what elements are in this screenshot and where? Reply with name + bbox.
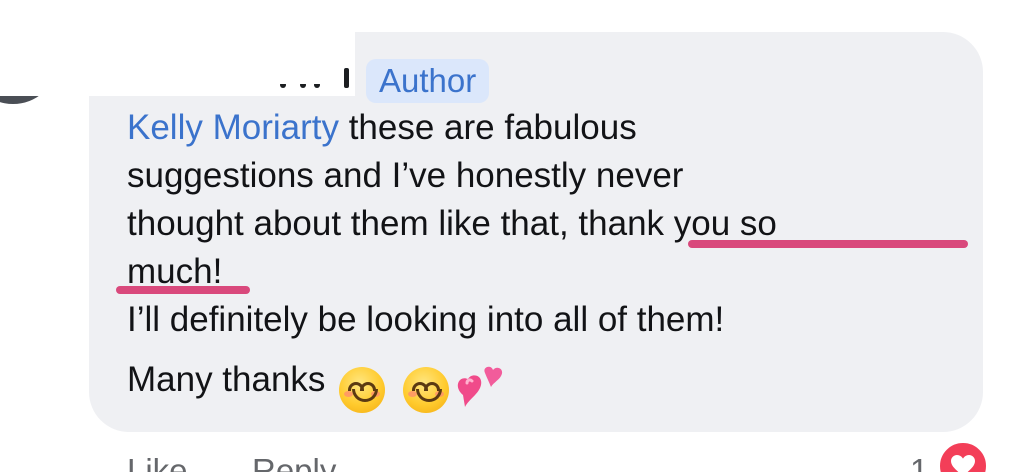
name-separator	[344, 68, 349, 88]
comment-text-segment: these are fabulous	[338, 108, 637, 147]
name-redaction	[0, 0, 355, 96]
two-hearts-icon	[455, 365, 507, 415]
redacted-name-residue	[278, 84, 322, 98]
highlight-underline	[116, 286, 250, 294]
like-button[interactable]: Like	[127, 451, 188, 472]
mention-link[interactable]: Kelly Moriarty	[127, 108, 339, 147]
comment-text-segment: Many thanks	[127, 360, 326, 399]
comment-text-segment: thought about them like that,	[127, 204, 579, 243]
comment-line-6: Many thanks	[127, 356, 967, 415]
comment-line-4: much!	[127, 248, 967, 296]
smiling-face-with-smiling-eyes-icon	[339, 366, 386, 413]
author-badge: Author	[366, 59, 490, 103]
highlight-underline	[688, 240, 968, 248]
love-reaction-icon[interactable]	[937, 440, 989, 472]
smiling-face-with-smiling-eyes-icon	[403, 366, 450, 413]
reply-button[interactable]: Reply	[252, 451, 336, 472]
reaction-count[interactable]: 1	[910, 451, 928, 472]
underlined-text: thank you so	[578, 204, 777, 243]
comment-line-1: Kelly Moriarty these are fabulous	[127, 104, 967, 152]
emoji-group	[339, 364, 507, 415]
comment-text: Kelly Moriarty these are fabulous sugges…	[127, 104, 967, 415]
comment-screenshot: Author Kelly Moriarty these are fabulous…	[0, 0, 1022, 472]
comment-line-5: I’ll definitely be looking into all of t…	[127, 300, 725, 339]
comment-line-2: suggestions and I’ve honestly never	[127, 156, 684, 195]
